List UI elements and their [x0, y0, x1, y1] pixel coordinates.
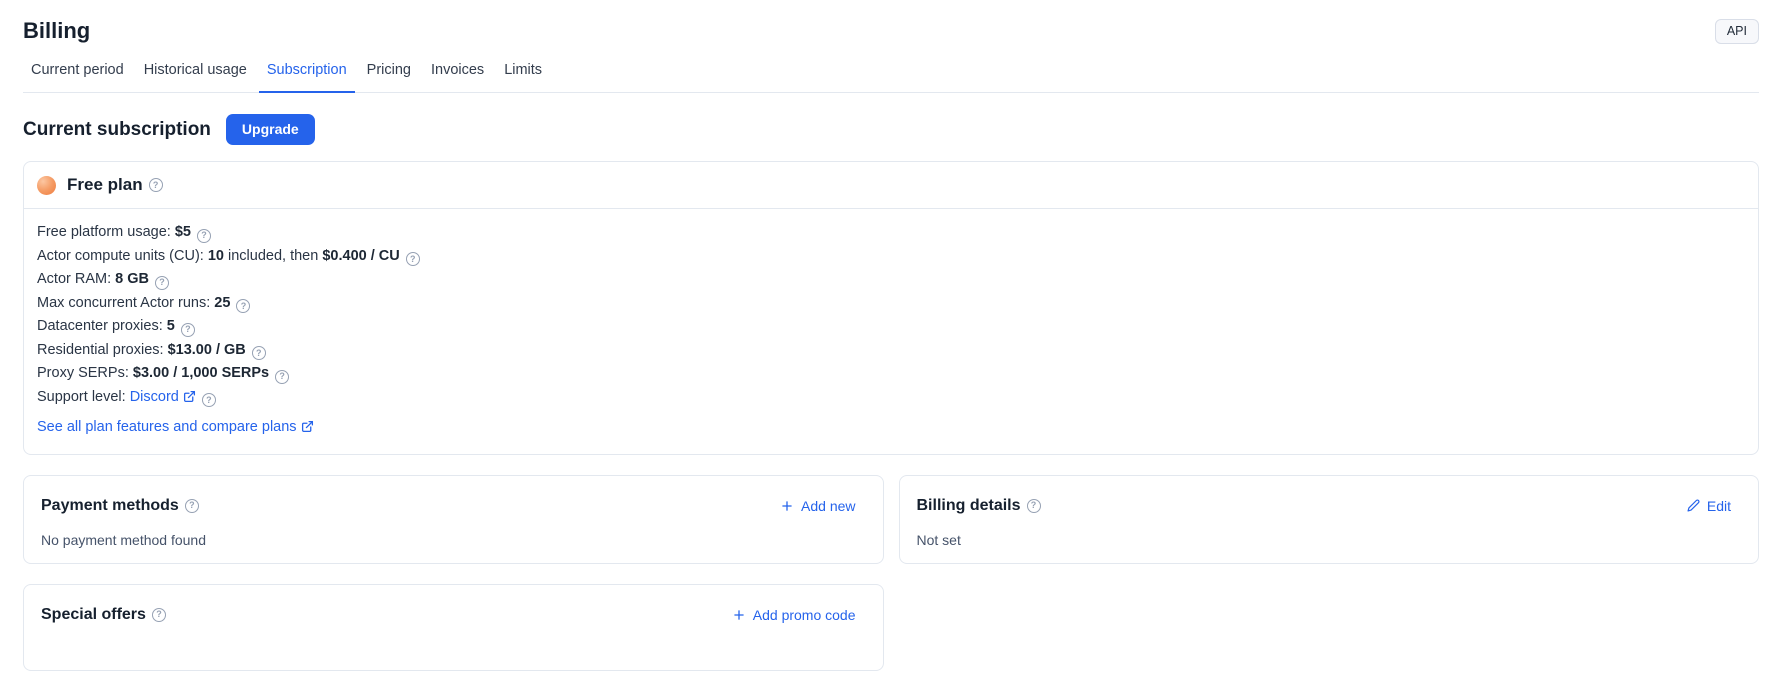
- add-payment-method-label: Add new: [801, 496, 855, 516]
- billing-details-value: Not set: [917, 532, 1742, 549]
- plus-icon: [732, 608, 746, 622]
- help-icon[interactable]: [252, 346, 266, 360]
- compare-plans-link-label: See all plan features and compare plans: [37, 419, 297, 435]
- special-offers-header: Special offers Add promo code: [41, 605, 866, 625]
- tab-historical-usage[interactable]: Historical usage: [136, 60, 255, 93]
- plan-help-icon[interactable]: [149, 178, 163, 192]
- payment-methods-card: Payment methods Add new No payment metho…: [23, 475, 884, 564]
- payment-methods-title: Payment methods: [41, 496, 179, 516]
- feature-row-residential-proxies: Residential proxies: $13.00 / GB: [37, 339, 1745, 363]
- feature-label: Support level:: [37, 389, 126, 405]
- special-offers-help-icon[interactable]: [152, 608, 166, 622]
- pencil-icon: [1687, 499, 1700, 512]
- edit-billing-details-link[interactable]: Edit: [1687, 496, 1731, 516]
- feature-label: Residential proxies:: [37, 342, 164, 358]
- special-offers-row: Special offers Add promo code: [23, 584, 1759, 671]
- feature-value: 5: [167, 318, 175, 334]
- special-offers-title: Special offers: [41, 605, 146, 625]
- help-icon[interactable]: [197, 229, 211, 243]
- external-link-icon: [183, 390, 196, 403]
- feature-label: Max concurrent Actor runs:: [37, 295, 210, 311]
- current-subscription-title: Current subscription: [23, 114, 211, 145]
- tab-invoices[interactable]: Invoices: [423, 60, 492, 93]
- feature-row-platform-usage: Free platform usage: $5: [37, 221, 1745, 245]
- billing-details-help-icon[interactable]: [1027, 499, 1041, 513]
- feature-row-concurrent-runs: Max concurrent Actor runs: 25: [37, 292, 1745, 316]
- discord-link[interactable]: Discord: [130, 389, 196, 405]
- external-link-icon: [301, 420, 314, 433]
- payment-methods-header: Payment methods Add new: [41, 496, 866, 516]
- payment-methods-help-icon[interactable]: [185, 499, 199, 513]
- feature-row-proxy-serps: Proxy SERPs: $3.00 / 1,000 SERPs: [37, 362, 1745, 386]
- feature-value: $13.00 / GB: [168, 342, 246, 358]
- feature-value: 10: [208, 248, 224, 264]
- feature-label: Proxy SERPs:: [37, 365, 129, 381]
- edit-billing-details-label: Edit: [1707, 496, 1731, 516]
- feature-label: Free platform usage:: [37, 224, 171, 240]
- feature-label: included, then: [228, 248, 318, 264]
- feature-label: Datacenter proxies:: [37, 318, 163, 334]
- plus-icon: [780, 499, 794, 513]
- add-payment-method-link[interactable]: Add new: [780, 496, 855, 516]
- help-icon[interactable]: [202, 393, 216, 407]
- billing-page: Billing API Current period Historical us…: [0, 0, 1780, 681]
- tab-limits[interactable]: Limits: [496, 60, 550, 93]
- special-offers-title-group: Special offers: [41, 605, 166, 625]
- billing-details-title: Billing details: [917, 496, 1021, 516]
- help-icon[interactable]: [181, 323, 195, 337]
- billing-details-card: Billing details Edit Not set: [899, 475, 1760, 564]
- tab-current-period[interactable]: Current period: [23, 60, 132, 93]
- payment-methods-empty-text: No payment method found: [41, 532, 866, 549]
- plan-color-dot-icon: [37, 176, 56, 195]
- help-icon[interactable]: [406, 252, 420, 266]
- discord-link-label: Discord: [130, 389, 179, 405]
- feature-value: 25: [214, 295, 230, 311]
- page-title: Billing: [23, 17, 90, 45]
- upgrade-button[interactable]: Upgrade: [226, 114, 315, 145]
- payment-methods-title-group: Payment methods: [41, 496, 199, 516]
- help-icon[interactable]: [236, 299, 250, 313]
- feature-value: $5: [175, 224, 191, 240]
- feature-row-compute-units: Actor compute units (CU): 10 included, t…: [37, 245, 1745, 269]
- page-header: Billing API: [23, 17, 1759, 45]
- api-button[interactable]: API: [1715, 19, 1759, 44]
- compare-plans-link[interactable]: See all plan features and compare plans: [37, 419, 314, 435]
- help-icon[interactable]: [275, 370, 289, 384]
- special-offers-card: Special offers Add promo code: [23, 584, 884, 671]
- feature-row-datacenter-proxies: Datacenter proxies: 5: [37, 315, 1745, 339]
- add-promo-code-label: Add promo code: [753, 605, 856, 625]
- help-icon[interactable]: [155, 276, 169, 290]
- billing-tabs: Current period Historical usage Subscrip…: [23, 60, 1759, 93]
- compare-plans-row: See all plan features and compare plans: [37, 416, 1745, 440]
- feature-value: 8 GB: [115, 271, 149, 287]
- tab-pricing[interactable]: Pricing: [359, 60, 419, 93]
- add-promo-code-link[interactable]: Add promo code: [732, 605, 856, 625]
- feature-row-support-level: Support level: Discord: [37, 386, 1745, 410]
- billing-details-title-group: Billing details: [917, 496, 1041, 516]
- plan-card-header: Free plan: [24, 162, 1758, 209]
- feature-row-actor-ram: Actor RAM: 8 GB: [37, 268, 1745, 292]
- feature-value: $0.400 / CU: [322, 248, 399, 264]
- plan-card: Free plan Free platform usage: $5 Actor …: [23, 161, 1759, 455]
- plan-card-body: Free platform usage: $5 Actor compute un…: [24, 209, 1758, 454]
- current-subscription-header: Current subscription Upgrade: [23, 114, 1759, 145]
- feature-value: $3.00 / 1,000 SERPs: [133, 365, 269, 381]
- feature-label: Actor RAM:: [37, 271, 111, 287]
- plan-name: Free plan: [67, 175, 143, 195]
- billing-details-header: Billing details Edit: [917, 496, 1742, 516]
- feature-label: Actor compute units (CU):: [37, 248, 204, 264]
- secondary-cards-row: Payment methods Add new No payment metho…: [23, 475, 1759, 564]
- tab-subscription[interactable]: Subscription: [259, 60, 355, 93]
